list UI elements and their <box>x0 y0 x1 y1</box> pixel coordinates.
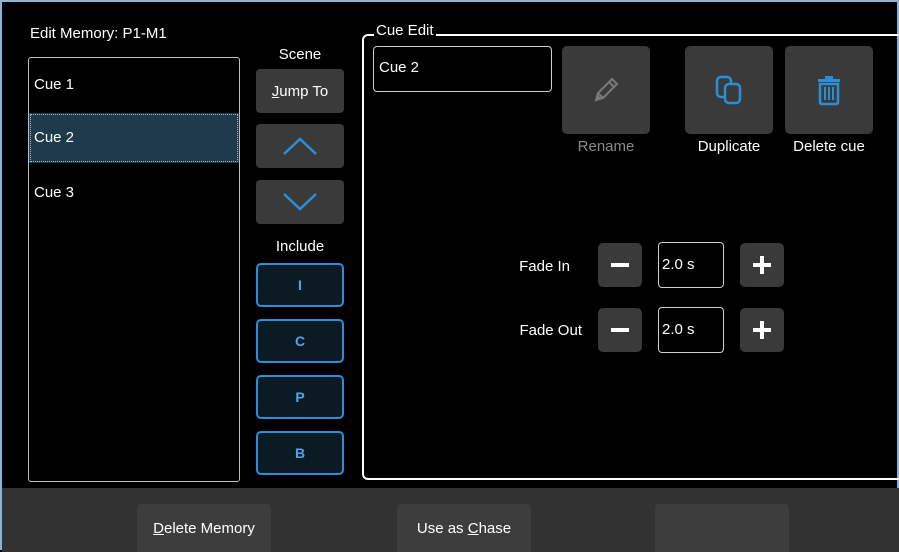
move-up-button[interactable] <box>256 124 344 168</box>
fade-in-field[interactable]: 2.0 s <box>658 242 724 288</box>
minus-icon <box>611 263 629 267</box>
minus-icon <box>611 328 629 332</box>
include-i-label: I <box>298 277 302 293</box>
fade-in-increase-button[interactable] <box>740 243 784 287</box>
edit-memory-screen: Edit Memory: P1-M1 Cue 1 Cue 2 Cue 3 Sce… <box>0 0 899 552</box>
include-i-toggle[interactable]: I <box>256 263 344 307</box>
page-title: Edit Memory: P1-M1 <box>30 25 167 42</box>
cue-list-item-2[interactable]: Cue 2 <box>29 113 239 163</box>
scene-label: Scene <box>278 46 322 63</box>
cue-list-item-3[interactable]: Cue 3 <box>29 168 239 218</box>
cue-list-item-1[interactable]: Cue 1 <box>29 60 239 110</box>
include-p-label: P <box>295 389 305 405</box>
cue-name-field[interactable]: Cue 2 <box>373 46 552 92</box>
copy-icon <box>715 75 742 105</box>
delete-memory-label: Delete Memory <box>153 519 255 537</box>
fade-out-increase-button[interactable] <box>740 308 784 352</box>
duplicate-label: Duplicate <box>697 138 761 155</box>
use-as-chase-button[interactable]: Use as Chase <box>397 504 531 552</box>
include-c-label: C <box>294 333 306 349</box>
rename-button[interactable] <box>562 46 650 134</box>
cue-edit-legend: Cue Edit <box>374 22 436 39</box>
delete-cue-label: Delete cue <box>793 138 865 155</box>
plus-icon <box>753 321 771 339</box>
chevron-up-icon <box>283 137 317 155</box>
fade-out-field[interactable]: 2.0 s <box>658 307 724 353</box>
include-label: Include <box>275 238 325 255</box>
use-as-chase-label: Use as Chase <box>416 519 512 537</box>
cue-item-label: Cue 3 <box>34 184 75 201</box>
duplicate-button[interactable] <box>685 46 773 134</box>
delete-memory-button[interactable]: Delete Memory <box>137 504 271 552</box>
fade-out-decrease-button[interactable] <box>598 308 642 352</box>
fade-in-decrease-button[interactable] <box>598 243 642 287</box>
fade-in-label: Fade In <box>519 258 570 275</box>
chevron-down-icon <box>283 193 317 211</box>
cue-item-label: Cue 1 <box>34 76 75 93</box>
jump-to-button[interactable]: Jump To <box>256 69 344 113</box>
pencil-icon <box>594 77 619 102</box>
trash-icon <box>818 76 840 106</box>
include-b-label: B <box>294 445 306 461</box>
rename-label: Rename <box>577 138 635 155</box>
cue-list[interactable]: Cue 1 Cue 2 Cue 3 <box>28 57 240 482</box>
plus-icon <box>753 256 771 274</box>
jump-to-label: Jump To <box>271 82 329 100</box>
include-p-toggle[interactable]: P <box>256 375 344 419</box>
include-c-toggle[interactable]: C <box>256 319 344 363</box>
include-b-toggle[interactable]: B <box>256 431 344 475</box>
delete-cue-button[interactable] <box>785 46 873 134</box>
fade-out-label: Fade Out <box>519 322 582 339</box>
cue-item-label: Cue 2 <box>34 129 75 146</box>
move-down-button[interactable] <box>256 180 344 224</box>
blank-bottom-button[interactable] <box>655 504 789 552</box>
